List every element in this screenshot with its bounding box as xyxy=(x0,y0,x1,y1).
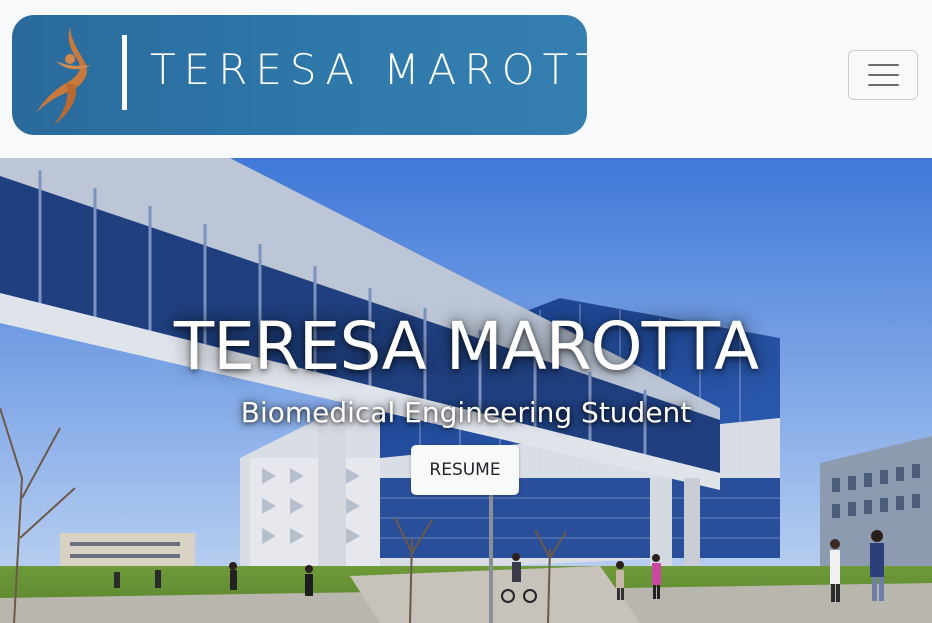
logo-text: TERESA MAROTTA xyxy=(150,45,587,94)
brand-logo[interactable]: TERESA MAROTTA xyxy=(12,15,587,135)
hero-section: TERESA MAROTTA Biomedical Engineering St… xyxy=(0,158,932,623)
dancer-figure-icon xyxy=(36,27,92,125)
resume-button[interactable]: RESUME xyxy=(411,445,519,495)
hero-title: TERESA MAROTTA xyxy=(173,308,759,385)
logo-divider xyxy=(122,35,127,110)
navbar-toggle-button[interactable] xyxy=(848,50,918,100)
campus-background-image xyxy=(0,158,932,623)
navbar: TERESA MAROTTA xyxy=(0,0,932,158)
hero-subtitle: Biomedical Engineering Student xyxy=(240,396,692,429)
